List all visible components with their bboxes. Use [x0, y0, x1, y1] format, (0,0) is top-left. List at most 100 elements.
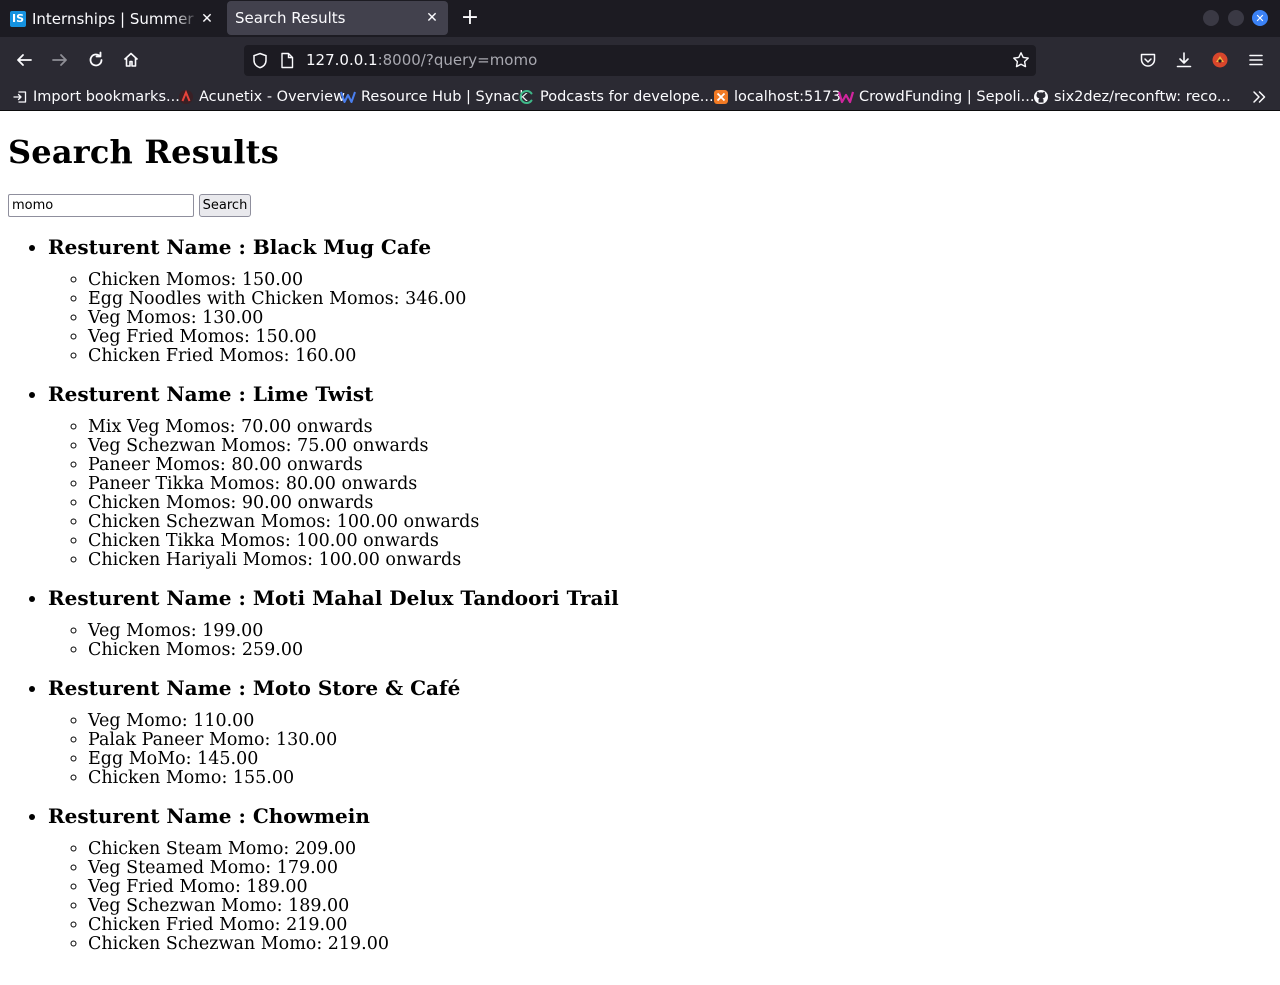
restaurant-name: Lime Twist	[252, 382, 374, 406]
bookmark-label: six2dez/reconftw: reco...	[1054, 89, 1231, 105]
bookmark-acunetix[interactable]: Acunetix - Overview	[178, 87, 345, 107]
crowdfunding-icon	[838, 89, 854, 105]
restaurant-item: Resturent Name : Lime Twist Mix Veg Momos…	[48, 379, 619, 570]
synack-icon	[340, 89, 356, 105]
maximize-window-button[interactable]	[1228, 10, 1244, 26]
bookmark-label: Import bookmarks...	[33, 89, 180, 105]
restaurant-heading: Resturent Name : Lime Twist	[48, 379, 619, 409]
dish-item: Veg Momo: 110.00	[88, 712, 619, 731]
close-icon[interactable]: ✕	[424, 10, 440, 26]
dish-item: Paneer Tikka Momos: 80.00 onwards	[88, 475, 619, 494]
restaurant-label: Resturent Name :	[48, 586, 253, 610]
restaurant-name: Black Mug Cafe	[252, 235, 432, 259]
dish-item: Chicken Tikka Momos: 100.00 onwards	[88, 532, 619, 551]
dish-list: Chicken Steam Momo: 209.00Veg Steamed Mo…	[48, 840, 619, 954]
tab-search-results[interactable]: Search Results ✕	[227, 1, 448, 35]
restaurant-label: Resturent Name :	[48, 382, 253, 406]
dish-item: Chicken Momos: 90.00 onwards	[88, 494, 619, 513]
pocket-icon[interactable]	[1137, 49, 1159, 71]
more-bookmarks-chevron-icon[interactable]	[1251, 87, 1267, 107]
dish-item: Veg Steamed Momo: 179.00	[88, 859, 619, 878]
dish-item: Paneer Momos: 80.00 onwards	[88, 456, 619, 475]
restaurant-name: Moti Mahal Delux Tandoori Trail	[252, 586, 619, 610]
restaurant-label: Resturent Name :	[48, 676, 253, 700]
bookmark-localhost[interactable]: localhost:5173	[713, 87, 841, 107]
bookmark-github[interactable]: six2dez/reconftw: reco...	[1033, 87, 1231, 107]
forward-arrow-icon[interactable]	[49, 49, 71, 71]
search-button[interactable]: Search	[199, 194, 251, 217]
tab-title: Internships | Summer Internships	[32, 9, 199, 28]
back-arrow-icon[interactable]	[13, 49, 35, 71]
dish-item: Chicken Steam Momo: 209.00	[88, 840, 619, 859]
dish-list: Veg Momo: 110.00Palak Paneer Momo: 130.0…	[48, 712, 619, 788]
dish-item: Chicken Schezwan Momos: 100.00 onwards	[88, 513, 619, 532]
close-window-button[interactable]: ✕	[1252, 10, 1268, 26]
dish-item: Mix Veg Momos: 70.00 onwards	[88, 418, 619, 437]
new-tab-plus-icon[interactable]: +	[459, 7, 481, 29]
url-bar[interactable]: 127.0.0.1:8000/?query=momo	[244, 45, 1036, 76]
shield-icon[interactable]	[252, 52, 268, 73]
results-list: Resturent Name : Black Mug Cafe Chicken M…	[0, 232, 619, 967]
dish-item: Egg Noodles with Chicken Momos: 346.00	[88, 290, 619, 309]
restaurant-item: Resturent Name : Black Mug Cafe Chicken M…	[48, 232, 619, 366]
dish-item: Palak Paneer Momo: 130.00	[88, 731, 619, 750]
minimize-window-button[interactable]	[1203, 10, 1219, 26]
restaurant-heading: Resturent Name : Moto Store & Café	[48, 673, 619, 703]
bookmark-import[interactable]: Import bookmarks...	[12, 87, 180, 107]
page-content: Search Results Search Resturent Name : B…	[0, 111, 1280, 985]
bookmark-label: Acunetix - Overview	[199, 89, 345, 105]
acunetix-icon	[178, 89, 194, 105]
bookmark-synack[interactable]: Resource Hub | Synack	[340, 87, 528, 107]
close-icon[interactable]: ✕	[199, 11, 215, 27]
home-icon[interactable]	[120, 49, 142, 71]
restaurant-item: Resturent Name : Moti Mahal Delux Tandoo…	[48, 583, 619, 660]
restaurant-heading: Resturent Name : Moti Mahal Delux Tandoo…	[48, 583, 619, 613]
dish-item: Veg Fried Momo: 189.00	[88, 878, 619, 897]
dish-list: Mix Veg Momos: 70.00 onwardsVeg Schezwan…	[48, 418, 619, 570]
menu-hamburger-icon[interactable]	[1245, 49, 1267, 71]
dish-item: Egg MoMo: 145.00	[88, 750, 619, 769]
search-input[interactable]	[8, 194, 194, 217]
internshala-favicon-icon: IS	[10, 10, 26, 27]
extension-icon[interactable]	[1209, 49, 1231, 71]
bookmark-label: Resource Hub | Synack	[361, 89, 528, 105]
dish-item: Chicken Momos: 259.00	[88, 641, 619, 660]
restaurant-item: Resturent Name : Moto Store & Café Veg Mo…	[48, 673, 619, 788]
page-title: Search Results	[8, 133, 279, 171]
tab-internships[interactable]: IS Internships | Summer Internships ✕	[0, 0, 223, 37]
dish-item: Veg Momos: 130.00	[88, 309, 619, 328]
page-info-icon[interactable]	[280, 52, 294, 73]
dish-item: Chicken Fried Momos: 160.00	[88, 347, 619, 366]
dish-list: Veg Momos: 199.00Chicken Momos: 259.00	[48, 622, 619, 660]
dish-item: Veg Schezwan Momo: 189.00	[88, 897, 619, 916]
restaurant-label: Resturent Name :	[48, 804, 253, 828]
tab-strip: IS Internships | Summer Internships ✕ Se…	[0, 0, 1280, 37]
reload-icon[interactable]	[85, 49, 107, 71]
tab-title: Search Results	[235, 9, 346, 27]
dish-item: Chicken Momo: 155.00	[88, 769, 619, 788]
bookmark-label: CrowdFunding | Sepoli...	[859, 89, 1035, 105]
import-icon	[12, 89, 28, 105]
dish-item: Chicken Hariyali Momos: 100.00 onwards	[88, 551, 619, 570]
bookmark-label: Podcasts for develope...	[540, 89, 714, 105]
url-path: :8000/?query=momo	[377, 51, 538, 69]
restaurant-heading: Resturent Name : Chowmein	[48, 801, 619, 831]
dish-item: Chicken Fried Momo: 219.00	[88, 916, 619, 935]
restaurant-heading: Resturent Name : Black Mug Cafe	[48, 232, 619, 262]
dish-item: Veg Fried Momos: 150.00	[88, 328, 619, 347]
bookmarks-toolbar: Import bookmarks... Acunetix - Overview …	[0, 83, 1280, 111]
bookmark-crowdfunding[interactable]: CrowdFunding | Sepoli...	[838, 87, 1034, 107]
bookmark-podcasts[interactable]: Podcasts for develope...	[519, 87, 714, 107]
downloads-icon[interactable]	[1173, 49, 1195, 71]
url-text[interactable]: 127.0.0.1:8000/?query=momo	[306, 51, 537, 69]
restaurant-name: Chowmein	[252, 804, 370, 828]
url-host: 127.0.0.1	[306, 51, 378, 69]
bookmark-label: localhost:5173	[734, 89, 841, 105]
dish-list: Chicken Momos: 150.00Egg Noodles with Ch…	[48, 271, 619, 366]
github-icon	[1033, 89, 1049, 105]
restaurant-name: Moto Store & Café	[252, 676, 461, 700]
navigation-toolbar: 127.0.0.1:8000/?query=momo	[0, 37, 1280, 83]
dish-item: Chicken Schezwan Momo: 219.00	[88, 935, 619, 954]
restaurant-item: Resturent Name : Chowmein Chicken Steam M…	[48, 801, 619, 954]
bookmark-star-icon[interactable]	[1012, 51, 1030, 73]
